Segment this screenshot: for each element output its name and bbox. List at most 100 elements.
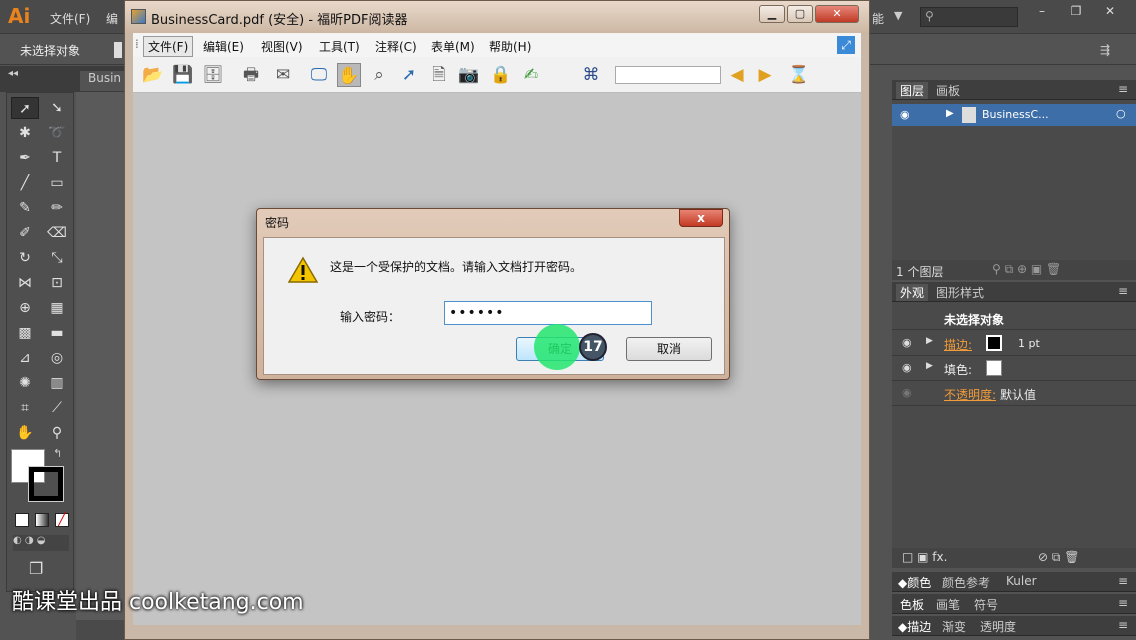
close-button[interactable]: ✕ (1096, 4, 1124, 22)
snapshot-icon[interactable]: 📷 (457, 63, 481, 87)
expand-arrow-icon[interactable]: ▶ (946, 108, 954, 119)
rms-protect-icon[interactable]: 🔒 (489, 63, 513, 87)
menu-view[interactable]: 视图(V) (261, 38, 303, 55)
tab-brushes[interactable]: 画笔 (932, 596, 964, 613)
stroke-color-swatch[interactable] (28, 466, 64, 502)
password-input[interactable]: •••••• (444, 301, 652, 325)
search-input[interactable]: ⚲ (920, 7, 1018, 27)
tab-layers[interactable]: 图层 (896, 82, 929, 99)
print-icon[interactable]: 🖶 (239, 63, 263, 87)
panel-menu-icon[interactable]: ⇶ (1100, 43, 1110, 57)
dropdown-arrow-icon[interactable]: ▼ (894, 9, 910, 25)
tab-color[interactable]: ◆颜色 (894, 574, 935, 591)
rotate-tool-icon[interactable]: ↻ (11, 247, 39, 269)
perspective-grid-tool-icon[interactable]: ▦ (43, 297, 71, 319)
open-folder-icon[interactable]: 📂 (141, 63, 165, 87)
scale-tool-icon[interactable]: ⤡ (43, 247, 71, 269)
restore-button[interactable]: ❐ (1062, 4, 1090, 22)
expand-arrow-icon[interactable]: ▶ (926, 361, 933, 371)
tab-gradient[interactable]: 渐变 (938, 618, 970, 635)
sign-icon[interactable]: ✍ (519, 63, 543, 87)
type-tool-icon[interactable]: T (43, 147, 71, 169)
collapse-icon[interactable]: ◂◂ (8, 68, 18, 79)
swap-colors-icon[interactable]: ↰ (53, 447, 62, 460)
screen-mode-icon[interactable]: ❐ (29, 559, 43, 578)
target-icon[interactable]: ○ (1116, 107, 1126, 120)
column-graph-tool-icon[interactable]: ▥ (43, 372, 71, 394)
menu-file[interactable]: 文件(F) (143, 36, 194, 57)
stroke-row[interactable]: ◉ ▶ 描边: 1 pt (892, 332, 1136, 356)
layer-actions-icon[interactable]: ⚲ ⧉ ⊕ ▣ 🗑 (992, 262, 1061, 277)
fullscreen-icon[interactable]: ⤢ (837, 36, 855, 54)
tab-swatches[interactable]: 色板 (896, 596, 928, 613)
tab-transparency[interactable]: 透明度 (976, 618, 1020, 635)
pointer-icon[interactable]: ➚ (397, 63, 421, 87)
menu-file[interactable]: 文件(F) (50, 10, 90, 27)
maximize-button[interactable]: ▢ (787, 5, 813, 23)
find-input[interactable] (615, 66, 721, 84)
minimize-button[interactable]: – (1028, 4, 1056, 22)
dialog-close-button[interactable]: x (679, 209, 723, 227)
email-icon[interactable]: ✉ (271, 63, 295, 87)
tab-stroke[interactable]: ◆描边 (894, 618, 935, 635)
pencil-tool-icon[interactable]: ✏ (43, 197, 71, 219)
symbol-sprayer-tool-icon[interactable]: ✺ (11, 372, 39, 394)
menu-form[interactable]: 表单(M) (431, 38, 475, 55)
hand-tool-icon[interactable]: ✋ (337, 63, 361, 87)
menu-edit[interactable]: 编 (106, 10, 118, 27)
fill-swatch[interactable] (986, 360, 1002, 376)
pen-tool-icon[interactable]: ✒ (11, 147, 39, 169)
fullscreen-view-icon[interactable]: 🖵 (307, 63, 331, 87)
eye-icon[interactable]: ◉ (902, 361, 912, 374)
lasso-tool-icon[interactable]: ➰ (43, 122, 71, 144)
panel-menu-icon[interactable]: ≡ (1114, 82, 1132, 96)
save-icon[interactable]: 💾 (171, 63, 195, 87)
clear-appearance-icon[interactable]: ⊘ ⧉ 🗑 (1038, 550, 1080, 565)
none-mode-icon[interactable]: ╱ (55, 513, 69, 527)
find-options-icon[interactable]: ⌛ (787, 63, 811, 87)
document-tab[interactable]: Busin (80, 71, 124, 91)
binoculars-icon[interactable]: ⌘ (579, 63, 603, 87)
eyedropper-tool-icon[interactable]: ⊿ (11, 347, 39, 369)
selection-tool-icon[interactable]: ➚ (11, 97, 39, 119)
blob-brush-tool-icon[interactable]: ✐ (11, 222, 39, 244)
eye-icon[interactable]: ◉ (900, 108, 910, 121)
tab-symbols[interactable]: 符号 (970, 596, 1002, 613)
cancel-button[interactable]: 取消 (626, 337, 712, 361)
mesh-tool-icon[interactable]: ▩ (11, 322, 39, 344)
panel-menu-icon[interactable]: ≡ (1114, 596, 1132, 610)
expand-arrow-icon[interactable]: ▶ (926, 336, 933, 346)
tab-color-guide[interactable]: 颜色参考 (938, 574, 994, 591)
width-tool-icon[interactable]: ⋈ (11, 272, 39, 294)
gradient-tool-icon[interactable]: ▬ (43, 322, 71, 344)
paintbrush-tool-icon[interactable]: ✎ (11, 197, 39, 219)
gradient-mode-icon[interactable] (35, 513, 49, 527)
menu-comment[interactable]: 注释(C) (375, 38, 417, 55)
tab-graphic-styles[interactable]: 图形样式 (932, 284, 988, 301)
tab-kuler[interactable]: Kuler (1002, 574, 1041, 588)
stroke-swatch[interactable] (986, 335, 1002, 351)
slice-tool-icon[interactable]: ⟋ (43, 397, 71, 419)
find-next-icon[interactable]: ▶ (753, 63, 777, 87)
menu-functions[interactable]: 能 (872, 10, 884, 27)
drawing-modes-icon[interactable]: ◐ ◑ ◒ (13, 535, 69, 551)
menu-edit[interactable]: 编辑(E) (203, 38, 244, 55)
close-button[interactable]: ✕ (815, 5, 859, 23)
color-mode-icon[interactable] (15, 513, 29, 527)
tab-appearance[interactable]: 外观 (896, 284, 929, 301)
typewriter-icon[interactable]: 🗎 (427, 63, 451, 87)
stroke-weight[interactable]: 1 pt (1018, 337, 1040, 350)
save-as-icon[interactable]: 🗄 (201, 63, 225, 87)
free-transform-tool-icon[interactable]: ⊡ (43, 272, 71, 294)
tab-artboards[interactable]: 画板 (932, 82, 964, 99)
appearance-actions-icon[interactable]: □ ▣ fx. (902, 550, 947, 564)
rectangle-tool-icon[interactable]: ▭ (43, 172, 71, 194)
eye-icon[interactable]: ◉ (902, 336, 912, 349)
menu-tools[interactable]: 工具(T) (319, 38, 360, 55)
hand-tool-icon[interactable]: ✋ (11, 422, 39, 444)
stroke-label[interactable]: 描边: (944, 336, 972, 353)
select-text-icon[interactable]: ⌕ (367, 63, 391, 87)
opacity-row[interactable]: ◉ 不透明度: 默认值 (892, 382, 1136, 406)
find-previous-icon[interactable]: ◀ (725, 63, 749, 87)
fill-row[interactable]: ◉ ▶ 填色: (892, 357, 1136, 381)
